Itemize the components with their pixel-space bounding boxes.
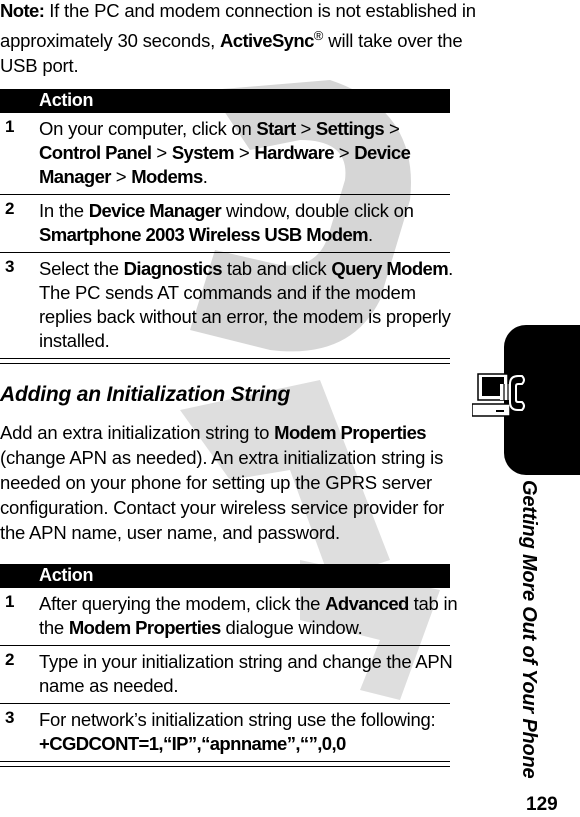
step-number: 2 (5, 199, 14, 218)
text-run: > (333, 142, 355, 163)
bold-term: Device Manager (88, 200, 222, 221)
text-run: For network’s initialization string use … (39, 709, 436, 730)
bold-term: Smartphone 2003 Wireless USB Modem (39, 224, 369, 245)
text-run: > (384, 118, 400, 139)
activesync-name: ActiveSync (220, 30, 314, 51)
text-run: In the (39, 200, 89, 221)
step-number: 1 (5, 117, 14, 136)
table-header-label: Action (39, 565, 94, 585)
table-row: 2 In the Device Manager window, double cl… (0, 195, 450, 253)
registered-mark: ® (313, 28, 324, 43)
bold-term: Modem Properties (68, 617, 221, 638)
text-run: Add an extra initialization string to (0, 422, 275, 443)
bold-term: System (171, 142, 235, 163)
text-run: window, double click on (221, 200, 414, 221)
table-row: 3 For network’s initialization string use… (0, 704, 450, 761)
chapter-title: Getting More Out of Your Phone (518, 480, 540, 779)
section-intro: Add an extra initialization string to Mo… (0, 420, 470, 545)
step-text: Type in your initialization string and c… (39, 650, 459, 698)
note-paragraph: Note: If the PC and modem connection is … (0, 0, 480, 78)
step-number: 3 (5, 708, 14, 727)
step-text: After querying the modem, click the Adva… (39, 592, 459, 640)
text-run: > (295, 118, 316, 139)
bold-term: Diagnostics (123, 258, 223, 279)
action-table-init-string: Action 1 After querying the modem, click … (0, 564, 458, 767)
section-heading: Adding an Initialization String (0, 383, 291, 406)
bold-term: Advanced (325, 593, 409, 614)
table-row: 3 Select the Diagnostics tab and click Qu… (0, 253, 453, 358)
text-run: tab and click (221, 258, 332, 279)
text-run: Type in your initialization string and c… (39, 651, 453, 696)
bold-term: Start (256, 118, 296, 139)
text-run: On your computer, click on (39, 118, 257, 139)
text-run: > (151, 142, 172, 163)
text-run: Select the (39, 258, 124, 279)
text-run: (change APN as needed). An extra initial… (0, 447, 445, 543)
table-row: 1 On your computer, click on Start > Sett… (0, 113, 450, 195)
table-header: Action (0, 89, 450, 113)
action-table-modem-check: Action 1 On your computer, click on Start… (0, 89, 453, 364)
table-row: 1 After querying the modem, click the Adv… (0, 588, 458, 646)
computer-phone-connection-icon (472, 373, 525, 417)
text-run: > (110, 166, 132, 187)
step-text: Select the Diagnostics tab and click Que… (39, 257, 459, 353)
table-header-label: Action (39, 90, 94, 110)
bold-term: Hardware (254, 142, 334, 163)
page-number: 129 (526, 794, 558, 815)
bold-term: Query Modem (331, 258, 449, 279)
bold-term: +CGDCONT=1,“IP”,“apnname”,“”,0,0 (39, 733, 346, 754)
step-text: In the Device Manager window, double cli… (39, 199, 459, 247)
table-end-rule (0, 761, 450, 767)
text-run: > (234, 142, 255, 163)
step-text: For network’s initialization string use … (39, 708, 459, 756)
bold-term: Modem Properties (274, 422, 426, 443)
bold-term: Settings (315, 118, 385, 139)
table-end-rule (0, 358, 450, 364)
step-text: On your computer, click on Start > Setti… (39, 117, 459, 189)
bold-term: Control Panel (39, 142, 152, 163)
step-number: 3 (5, 257, 14, 276)
table-row: 2 Type in your initialization string and … (0, 646, 453, 704)
bold-term: Modems (131, 166, 203, 187)
text-run: After querying the modem, click the (39, 593, 326, 614)
step-number: 1 (5, 592, 14, 611)
step-number: 2 (5, 650, 14, 669)
text-run: dialogue window. (220, 617, 363, 638)
table-header: Action (0, 564, 450, 588)
text-run: . (202, 166, 208, 187)
text-run: . (368, 224, 373, 245)
note-label: Note: (0, 0, 45, 21)
